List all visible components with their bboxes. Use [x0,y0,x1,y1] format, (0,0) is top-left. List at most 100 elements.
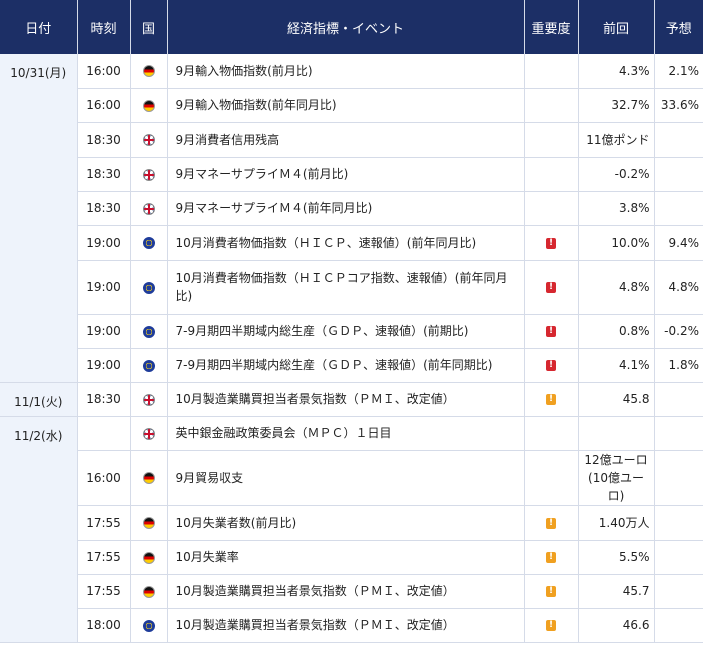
time-cell: 17:55 [77,505,131,541]
table-row: 17:55 10月失業者数(前月比)! 1.40万人 [0,505,703,541]
economic-calendar-table: 日付 時刻 国 経済指標・イベント 重要度 前回 予想 10/31(月) 16:0… [0,0,703,643]
table-row: 18:30 9月消費者信用残高 11億ポンド [0,122,703,158]
country-cell [130,348,168,383]
date-cell: 10/31(月) [0,54,78,383]
forecast-value [654,382,703,417]
country-cell [130,88,168,123]
medium-importance-icon: ! [546,517,556,529]
header-date: 日付 [0,0,78,54]
importance-cell [524,54,579,89]
previous-value: 1.40万人 [578,505,655,541]
importance-cell: ! [524,382,579,417]
previous-value: 45.8 [578,382,655,417]
table-row: 11/2(水) 英中銀金融政策委員会（ＭＰＣ）１日目 [0,416,703,643]
importance-cell [524,157,579,192]
event-name[interactable]: 9月貿易収支 [167,450,525,506]
previous-value: 11億ポンド [578,122,655,158]
forecast-value [654,540,703,575]
flag-de-icon [142,517,155,529]
flag-eu-icon [142,281,155,294]
country-cell [130,225,168,261]
table-row: 19:00 10月消費者物価指数（ＨＩＣＰ、速報値）(前年同月比)! 10.0% 9.… [0,225,703,261]
table-row: 17:55 10月失業率! 5.5% [0,540,703,575]
medium-importance-icon: ! [546,394,556,405]
event-name[interactable]: 10月失業率 [167,540,525,575]
country-cell [130,574,168,609]
table-row: 19:00 7-9月期四半期域内総生産（ＧＤＰ、速報値）(前年同期比)! 4.1% 1… [0,348,703,383]
time-cell: 18:00 [77,608,131,643]
previous-value: 10.0% [578,225,655,261]
forecast-value [654,157,703,192]
event-name[interactable]: 9月輸入物価指数(前年同月比) [167,88,525,123]
flag-uk-icon [142,393,155,406]
previous-value: 4.3% [578,54,655,89]
header-previous: 前回 [578,0,655,54]
country-cell [130,157,168,192]
event-name[interactable]: 9月消費者信用残高 [167,122,525,158]
importance-cell: ! [524,540,579,575]
header-time: 時刻 [77,0,131,54]
time-cell: 19:00 [77,225,131,261]
importance-cell: ! [524,608,579,643]
table-body: 10/31(月) 16:00 9月輸入物価指数(前月比) 4.3% 2.1% 16:00 9… [0,54,703,643]
forecast-value [654,450,703,506]
time-cell: 19:00 [77,314,131,349]
time-cell: 18:30 [77,122,131,158]
table-row: 16:00 9月輸入物価指数(前年同月比) 32.7% 33.6% [0,88,703,123]
forecast-value [654,122,703,158]
event-name[interactable]: 英中銀金融政策委員会（ＭＰＣ）１日目 [167,416,525,451]
date-cell: 11/2(水) [0,416,78,643]
high-importance-icon: ! [546,326,556,337]
previous-value: 5.5% [578,540,655,575]
previous-value: 4.8% [578,260,655,315]
previous-value: 3.8% [578,191,655,226]
importance-cell: ! [524,225,579,261]
importance-cell [524,122,579,158]
header-event: 経済指標・イベント [167,0,525,54]
country-cell [130,122,168,158]
event-name[interactable]: 7-9月期四半期域内総生産（ＧＤＰ、速報値）(前年同期比) [167,348,525,383]
high-importance-icon: ! [546,282,556,293]
time-cell: 18:30 [77,191,131,226]
table-row: 10/31(月) 16:00 9月輸入物価指数(前月比) 4.3% 2.1% [0,54,703,383]
previous-value: -0.2% [578,157,655,192]
importance-cell [524,450,579,506]
table-row: 18:30 9月マネーサプライＭ４(前月比) -0.2% [0,157,703,192]
country-cell [130,382,168,417]
event-name[interactable]: 10月製造業購買担当者景気指数（ＰＭＩ、改定値） [167,382,525,417]
flag-de-icon [142,585,155,598]
country-cell [130,540,168,575]
flag-de-icon [142,99,155,112]
event-name[interactable]: 9月マネーサプライＭ４(前年同月比) [167,191,525,226]
table-row: 19:00 10月消費者物価指数（ＨＩＣＰコア指数、速報値）(前年同月比)! 4.8… [0,260,703,315]
header-importance: 重要度 [524,0,579,54]
event-name[interactable]: 10月消費者物価指数（ＨＩＣＰコア指数、速報値）(前年同月比) [167,260,525,315]
forecast-value [654,505,703,541]
country-cell [130,260,168,315]
event-name[interactable]: 10月消費者物価指数（ＨＩＣＰ、速報値）(前年同月比) [167,225,525,261]
country-cell [130,505,168,541]
previous-value: 46.6 [578,608,655,643]
event-name[interactable]: 9月マネーサプライＭ４(前月比) [167,157,525,192]
time-cell: 18:30 [77,382,131,417]
importance-cell: ! [524,314,579,349]
table-row: 11/1(火) 18:30 10月製造業購買担当者景気指数（ＰＭＩ、改定値）! 45.… [0,382,703,417]
event-name[interactable]: 10月製造業購買担当者景気指数（ＰＭＩ、改定値） [167,608,525,643]
forecast-value: 33.6% [654,88,703,123]
previous-value: 4.1% [578,348,655,383]
importance-cell: ! [524,505,579,541]
event-name[interactable]: 9月輸入物価指数(前月比) [167,54,525,89]
forecast-value [654,608,703,643]
importance-cell [524,88,579,123]
country-cell [130,191,168,226]
importance-cell: ! [524,260,579,315]
event-name[interactable]: 7-9月期四半期域内総生産（ＧＤＰ、速報値）(前期比) [167,314,525,349]
event-name[interactable]: 10月製造業購買担当者景気指数（ＰＭＩ、改定値） [167,574,525,609]
flag-de-icon [142,551,155,564]
country-cell [130,608,168,643]
flag-uk-icon [142,168,155,181]
event-name[interactable]: 10月失業者数(前月比) [167,505,525,541]
table-row: 17:55 10月製造業購買担当者景気指数（ＰＭＩ、改定値）! 45.7 [0,574,703,609]
time-cell: 16:00 [77,450,131,506]
forecast-value: 1.8% [654,348,703,383]
